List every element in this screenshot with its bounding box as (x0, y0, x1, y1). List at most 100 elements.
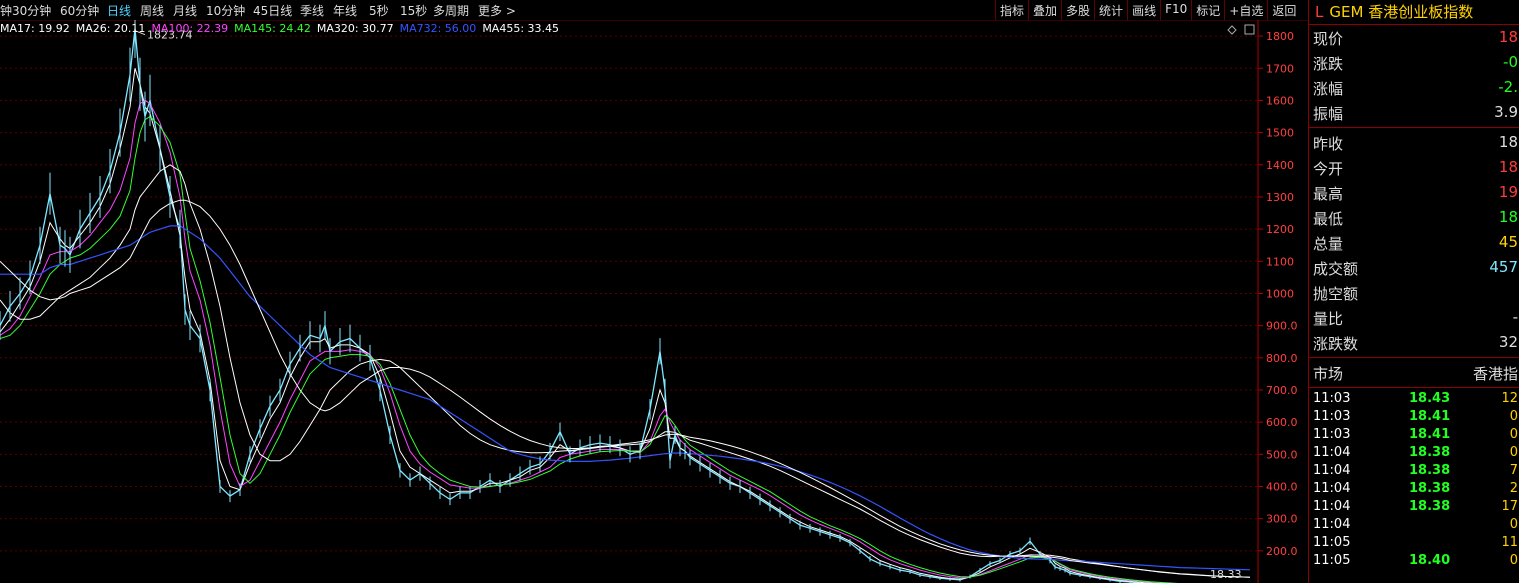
quote-label: 最低 (1313, 210, 1344, 228)
trade-price: 18.38 (1409, 463, 1451, 478)
tool-button[interactable]: 画线 (1127, 0, 1160, 20)
ma-legend-item: MA100: 22.39 (151, 22, 229, 35)
security-code: GEM (1329, 3, 1364, 21)
period-tab[interactable]: 年线 (333, 2, 357, 19)
y-tick-label: 600.0 (1266, 416, 1298, 429)
tool-button[interactable]: 指标 (995, 0, 1028, 20)
y-tick-label: 1100 (1266, 255, 1294, 268)
quote-label: 量比 (1313, 310, 1344, 328)
tool-button[interactable]: F10 (1160, 0, 1191, 20)
quote-row: 现价 18 (1309, 25, 1519, 50)
quote-row: 涨跌数 32 (1309, 330, 1519, 355)
trade-ticks: 11:03 18.43 12 11:03 18.41 0 11:03 18.41 0 11:04 1… (1309, 390, 1519, 570)
trade-price: 18.38 (1409, 499, 1451, 514)
trade-time: 11:04 (1313, 499, 1351, 514)
quote-label: 总量 (1313, 235, 1344, 253)
quote-value: 3.9 (1494, 103, 1518, 121)
market-value: 香港指 (1472, 365, 1518, 383)
tool-button[interactable]: 多股 (1061, 0, 1094, 20)
quote-row: 成交额 457 (1309, 255, 1519, 280)
chart-labels: 1823.7418.33 (134, 29, 1242, 581)
y-tick-label: 1800 (1266, 30, 1294, 43)
chart-tools: 指标 叠加 多股 统计 画线 F10 标记 +自选 返回 (995, 0, 1300, 20)
y-tick-label: 500.0 (1266, 448, 1298, 461)
trade-row: 11:03 18.41 0 (1309, 426, 1519, 444)
quote-row: 今开 18 (1309, 155, 1519, 180)
period-tab[interactable]: 更多 > (478, 2, 516, 19)
trade-volume: 12 (1501, 391, 1518, 406)
period-tab[interactable]: 15秒 (400, 2, 427, 19)
trade-volume: 11 (1501, 535, 1518, 550)
quote-value: - (1512, 308, 1518, 326)
price-chart[interactable]: 1800 1700 1600 1500 1400 1300 1200 1100 1000 900.… (0, 20, 1308, 583)
period-tab[interactable]: 多周期 (433, 2, 469, 19)
period-tab[interactable]: 周线 (140, 2, 164, 19)
diamond-icon[interactable] (1227, 25, 1237, 35)
last-price-label: 18.33 (1210, 568, 1242, 581)
tool-button[interactable]: 统计 (1094, 0, 1127, 20)
tool-button[interactable]: 叠加 (1028, 0, 1061, 20)
trade-price: 18.43 (1409, 391, 1451, 406)
trade-volume: 0 (1509, 517, 1518, 532)
trade-row: 11:04 0 (1309, 516, 1519, 534)
trade-time: 11:04 (1313, 517, 1351, 532)
period-tab[interactable]: 10分钟 (206, 2, 245, 19)
quote-label: 涨跌 (1313, 55, 1344, 73)
trade-price: 18.41 (1409, 409, 1451, 424)
ma-legend-item: MA145: 24.42 (234, 22, 311, 35)
period-tab[interactable]: 钟 (0, 2, 12, 19)
tool-button[interactable]: +自选 (1224, 0, 1267, 20)
trade-row: 11:04 18.38 0 (1309, 444, 1519, 462)
trade-time: 11:04 (1313, 445, 1351, 460)
window-icon[interactable] (1244, 24, 1255, 35)
quote-row: 最低 18 (1309, 205, 1519, 230)
trade-volume: 0 (1509, 427, 1518, 442)
quote-panel: L GEM 香港创业板指数 现价 18 涨跌 -0 涨幅 -2. 振幅 3.9 昨收 18 今开 18… (1308, 0, 1519, 583)
period-toolbar: 钟 30分钟 60分钟 日线 周线 月线 10分钟 45日线 季线 年线 5秒 15秒 多周期 更多 > … (0, 0, 1308, 21)
trade-time: 11:04 (1313, 481, 1351, 496)
quote-value: 18 (1498, 28, 1518, 46)
trade-price: 18.38 (1409, 481, 1451, 496)
trade-time: 11:03 (1313, 391, 1351, 406)
quote-label: 昨收 (1313, 135, 1344, 153)
quote-row: 总量 45 (1309, 230, 1519, 255)
tool-button[interactable]: 返回 (1267, 0, 1300, 20)
y-tick-label: 1200 (1266, 223, 1294, 236)
y-tick-label: 400.0 (1266, 480, 1298, 493)
quote-row: 抛空额 (1309, 280, 1519, 305)
period-tab[interactable]: 5秒 (369, 2, 389, 19)
quote-value: 18 (1498, 158, 1518, 176)
ma-legend: MA17: 19.92 MA26: 20.11 MA100: 22.39 MA145:… (0, 22, 565, 35)
quote-value: 19 (1498, 183, 1518, 201)
quote-value: -0 (1503, 53, 1518, 71)
period-tab[interactable]: 月线 (173, 2, 197, 19)
quote-value: 18 (1498, 208, 1518, 226)
chart-series (0, 20, 1251, 583)
series-line (0, 28, 1152, 583)
security-title: L GEM 香港创业板指数 (1309, 0, 1519, 25)
period-tab[interactable]: 45日线 (253, 2, 292, 19)
quote-label: 抛空额 (1313, 285, 1359, 303)
ma-legend-item: MA17: 19.92 (0, 22, 70, 35)
quote-row: 涨幅 -2. (1309, 75, 1519, 100)
chart-corner-icons (1227, 24, 1255, 35)
trade-time: 11:03 (1313, 427, 1351, 442)
trade-volume: 7 (1509, 463, 1518, 478)
series-line (0, 99, 1173, 583)
y-tick-label: 900.0 (1266, 320, 1298, 333)
quote-label: 涨幅 (1313, 80, 1344, 98)
y-tick-label: 200.0 (1266, 545, 1298, 558)
y-tick-label: 800.0 (1266, 352, 1298, 365)
period-tab[interactable]: 30分钟 (12, 2, 51, 19)
period-tab[interactable]: 日线 (107, 2, 131, 19)
period-tab[interactable]: 季线 (300, 2, 324, 19)
ma-legend-item: MA732: 56.00 (399, 22, 477, 35)
trade-time: 11:03 (1313, 409, 1351, 424)
tool-button[interactable]: 标记 (1191, 0, 1224, 20)
y-tick-label: 1400 (1266, 159, 1294, 172)
period-tab[interactable]: 60分钟 (60, 2, 99, 19)
quote-value: 457 (1489, 258, 1518, 276)
trade-row: 11:03 18.41 0 (1309, 408, 1519, 426)
grid-lines (0, 35, 1258, 552)
trade-time: 11:05 (1313, 535, 1351, 550)
